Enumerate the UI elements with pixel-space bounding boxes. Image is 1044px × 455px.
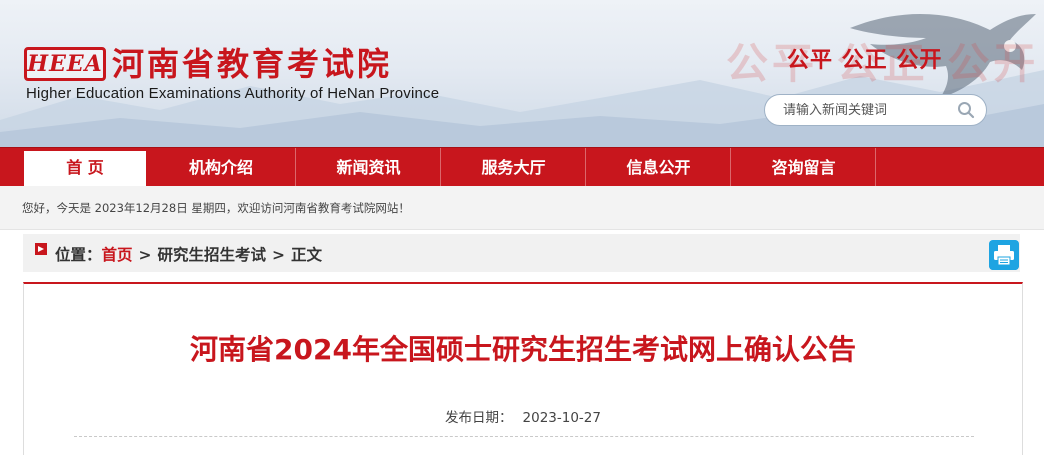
breadcrumb: 位置：首页 > 研究生招生考试 > 正文 [23, 234, 1020, 272]
publish-date-label: 发布日期： [445, 410, 513, 426]
breadcrumb-current: 正文 [291, 246, 323, 264]
breadcrumb-home-link[interactable]: 首页 [102, 246, 133, 264]
article-panel: 河南省2024年全国硕士研究生招生考试网上确认公告 发布日期： 2023-10-2… [23, 282, 1023, 455]
search-icon[interactable] [956, 100, 976, 120]
nav-item-disclosure[interactable]: 信息公开 [586, 148, 731, 187]
breadcrumb-section-link[interactable]: 研究生招生考试 [158, 246, 267, 264]
nav-item-consult[interactable]: 咨询留言 [731, 148, 876, 187]
breadcrumb-trail: 位置：首页 > 研究生招生考试 > 正文 [55, 243, 322, 265]
site-logo[interactable]: HEEA 河南省教育考试院 [24, 46, 392, 82]
site-header: HEEA 河南省教育考试院 Higher Education Examinati… [0, 0, 1044, 147]
divider [74, 436, 974, 437]
welcome-text: 您好，今天是 2023年12月28日 星期四，欢迎访问河南省教育考试院网站！ [22, 201, 410, 215]
site-name-cn: 河南省教育考试院 [112, 45, 393, 83]
search-input[interactable] [783, 102, 943, 118]
main-nav: 首 页 机构介绍 新闻资讯 服务大厅 信息公开 咨询留言 [0, 147, 1044, 187]
nav-item-services[interactable]: 服务大厅 [441, 148, 586, 187]
publish-date-value: 2023-10-27 [522, 410, 601, 426]
publish-date: 发布日期： 2023-10-27 [24, 406, 1022, 426]
nav-item-home[interactable]: 首 页 [24, 151, 146, 187]
breadcrumb-prefix: 位置： [55, 246, 102, 264]
breadcrumb-separator: > [272, 246, 286, 264]
article-title: 河南省2024年全国硕士研究生招生考试网上确认公告 [190, 333, 856, 366]
print-icon[interactable] [989, 240, 1019, 270]
nav-item-about[interactable]: 机构介绍 [146, 148, 296, 187]
welcome-bar: 您好，今天是 2023年12月28日 星期四，欢迎访问河南省教育考试院网站！ [0, 186, 1044, 230]
nav-item-news[interactable]: 新闻资讯 [296, 148, 441, 187]
search-box [764, 94, 987, 126]
heea-logo-mark: HEEA [24, 47, 106, 81]
breadcrumb-arrow-icon [35, 243, 47, 255]
slogan: 公平 公正 公开 [787, 48, 943, 73]
breadcrumb-separator: > [138, 246, 152, 264]
site-name-en: Higher Education Examinations Authority … [26, 85, 440, 102]
